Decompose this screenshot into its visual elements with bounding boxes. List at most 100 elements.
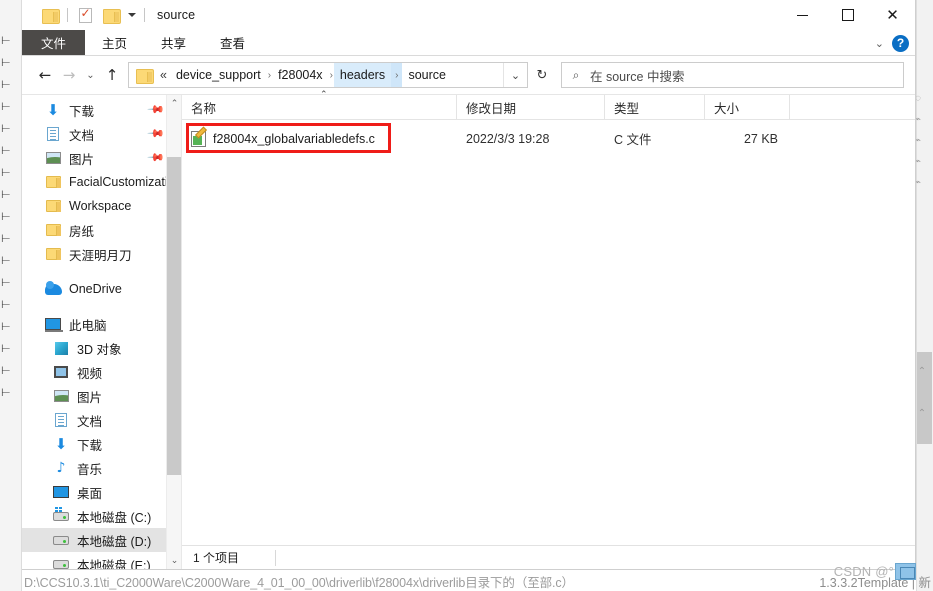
column-header-size[interactable]: 大小 (705, 95, 790, 119)
forward-button[interactable]: → (57, 61, 81, 89)
new-folder-button[interactable] (37, 3, 63, 27)
up-button[interactable]: ↑ (100, 61, 124, 89)
sidebar-item-documents[interactable]: 文档 (22, 408, 181, 432)
column-header-date[interactable]: 修改日期 (457, 95, 605, 119)
maximize-button[interactable] (825, 0, 870, 30)
search-icon: ⌕ (572, 67, 580, 82)
sidebar-item-label: 图片 (69, 152, 95, 167)
watermark-badge-icon (895, 563, 916, 580)
address-dropdown-icon[interactable]: ⌄ (503, 63, 527, 87)
sidebar-item-music[interactable]: ♪ 音乐 (22, 456, 181, 480)
pin-icon[interactable]: 📌 (147, 124, 166, 143)
search-box[interactable]: ⌕ 在 source 中搜索 (561, 62, 904, 88)
document-icon (52, 412, 70, 428)
table-row[interactable]: f28004x_globalvariabledefs.c 2022/3/3 19… (182, 123, 915, 153)
pin-icon[interactable]: 📌 (147, 148, 166, 167)
sidebar-item-pictures-quick[interactable]: 图片 📌 (22, 146, 181, 170)
sidebar-item-pictures[interactable]: 图片 (22, 384, 181, 408)
column-header-row: ⌃ 名称 修改日期 类型 大小 (182, 90, 915, 120)
tab-file[interactable]: 文件 (22, 30, 86, 55)
sidebar-item-downloads-quick[interactable]: ⬇ 下载 📌 (22, 98, 181, 122)
breadcrumb-overflow[interactable]: « (158, 63, 170, 87)
tab-home[interactable]: 主页 (85, 30, 144, 55)
sidebar-item-label: OneDrive (69, 282, 122, 296)
sidebar-item-workspace[interactable]: Workspace (22, 194, 181, 218)
file-date-cell: 2022/3/3 19:28 (466, 131, 550, 146)
close-button[interactable]: ✕ (870, 0, 915, 30)
scroll-up-icon[interactable]: ⌃ (167, 95, 181, 112)
column-header-type[interactable]: 类型 (605, 95, 705, 119)
help-icon[interactable]: ? (892, 34, 909, 52)
sidebar-item-label: 天涯明月刀 (69, 248, 132, 263)
sidebar-item-label: 本地磁盘 (D:) (77, 534, 152, 549)
recent-locations-button[interactable]: ⌄ (81, 61, 100, 89)
folder-icon (44, 198, 62, 214)
back-button[interactable]: ← (33, 61, 57, 89)
sidebar-item-fangzhi[interactable]: 房纸 (22, 218, 181, 242)
search-input[interactable]: 在 source 中搜索 (590, 66, 684, 85)
sidebar-item-label: 房纸 (69, 224, 95, 239)
breadcrumb-item-headers[interactable]: headers (333, 63, 392, 87)
this-pc-icon (44, 316, 63, 332)
window-title: source (157, 8, 196, 22)
pin-icon[interactable]: 📌 (147, 100, 166, 119)
breadcrumb-item-device_support[interactable]: device_support (170, 63, 267, 87)
sidebar-item-label: 此电脑 (69, 318, 107, 333)
sidebar-item-local-disk-e[interactable]: 本地磁盘 (E:) (22, 552, 181, 569)
address-toolbar: ← → ⌄ ↑ « device_support › f28004x › hea… (22, 56, 915, 94)
minimize-button[interactable] (780, 0, 825, 30)
file-size-cell: 27 KB (743, 131, 778, 146)
column-header-filler (790, 95, 915, 119)
properties-button[interactable] (72, 3, 98, 27)
file-name-cell[interactable]: f28004x_globalvariabledefs.c (182, 130, 457, 147)
toolbar-divider-2 (144, 8, 145, 22)
new-folder-button-2[interactable] (98, 3, 124, 27)
sidebar-item-label: 音乐 (77, 462, 103, 477)
scroll-down-icon[interactable]: ⌄ (167, 552, 181, 569)
breadcrumb-item-f28004x[interactable]: f28004x (272, 63, 328, 87)
chevron-down-icon (128, 13, 136, 17)
breadcrumb: « device_support › f28004x › headers › s… (158, 63, 503, 87)
sidebar-item-3d-objects[interactable]: 3D 对象 (22, 336, 181, 360)
system-disk-icon (52, 506, 70, 524)
window-body: ⬇ 下载 📌 文档 📌 图片 📌 FacialCustomizatio Work… (22, 90, 915, 569)
breadcrumb-separator-icon[interactable]: › (391, 63, 403, 87)
sidebar-item-tianyamingyuedao[interactable]: 天涯明月刀 (22, 242, 181, 266)
refresh-button[interactable]: ↻ (529, 62, 555, 88)
navigation-pane: ⬇ 下载 📌 文档 📌 图片 📌 FacialCustomizatio Work… (22, 95, 182, 569)
sidebar-item-label: 下载 (69, 104, 95, 119)
picture-icon (44, 150, 62, 166)
sidebar-item-local-disk-d[interactable]: 本地磁盘 (D:) (22, 528, 181, 552)
sidebar-item-desktop[interactable]: 桌面 (22, 480, 181, 504)
sidebar-item-local-disk-c[interactable]: 本地磁盘 (C:) (22, 504, 181, 528)
file-list-pane: ⌃ 名称 修改日期 类型 大小 f28004x_globalvariablede… (182, 90, 915, 569)
sidebar-group-gap-2 (22, 301, 181, 312)
toolbar-divider (67, 8, 68, 22)
background-right-gutter-marks: ◌ ⌁ ⌁ ⌁ ⌁ ⌃ ⌃ (915, 93, 927, 419)
scrollbar-thumb[interactable] (167, 157, 181, 475)
folder-icon (44, 222, 62, 238)
sidebar-item-label: 文档 (69, 128, 95, 143)
sidebar-item-label: 桌面 (77, 486, 103, 501)
navigation-pane-scrollbar[interactable]: ⌃ ⌄ (166, 95, 181, 569)
sidebar-item-facialcustomization[interactable]: FacialCustomizatio (22, 170, 181, 194)
customize-toolbar-button[interactable] (124, 3, 140, 27)
sidebar-item-videos[interactable]: 视频 (22, 360, 181, 384)
sidebar-item-documents-quick[interactable]: 文档 📌 (22, 122, 181, 146)
sidebar-item-label: 文档 (77, 414, 103, 429)
background-bottom-path-text: D:\CCS10.3.1\ti_C2000Ware\C2000Ware_4_01… (24, 576, 574, 590)
address-bar[interactable]: « device_support › f28004x › headers › s… (128, 62, 528, 88)
tab-share[interactable]: 共享 (144, 30, 203, 55)
tab-view[interactable]: 查看 (203, 30, 262, 55)
sidebar-item-onedrive[interactable]: OneDrive (22, 277, 181, 301)
sidebar-item-this-pc[interactable]: 此电脑 (22, 312, 181, 336)
sidebar-item-label: 下载 (77, 438, 103, 453)
c-source-file-icon (191, 130, 206, 147)
download-icon: ⬇ (46, 100, 60, 119)
expand-ribbon-icon[interactable]: ⌄ (875, 37, 884, 50)
desktop-icon (52, 484, 70, 500)
sidebar-item-downloads[interactable]: ⬇ 下载 (22, 432, 181, 456)
document-icon (44, 126, 62, 142)
item-count-label: 1 个项目 (193, 551, 240, 565)
breadcrumb-item-source[interactable]: source (402, 63, 452, 87)
